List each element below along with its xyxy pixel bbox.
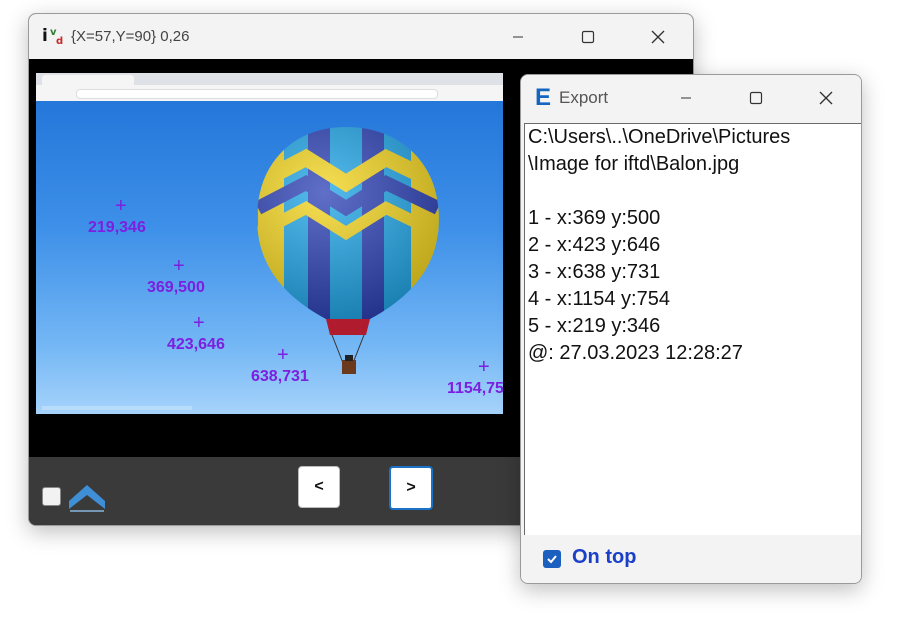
close-icon xyxy=(651,30,665,43)
maximize-button[interactable] xyxy=(553,14,623,59)
viewer-title: {X=57,Y=90} 0,26 xyxy=(71,28,190,45)
minimize-button[interactable] xyxy=(483,14,553,59)
point-line-5: 5 - x:219 y:346 xyxy=(528,315,661,337)
maximize-icon xyxy=(581,30,595,43)
path-line-2: \Image for iftd\Balon.jpg xyxy=(528,153,740,175)
export-titlebar[interactable]: E Export xyxy=(521,75,861,120)
maximize-icon xyxy=(749,91,763,104)
point-line-4: 4 - x:1154 y:754 xyxy=(528,288,670,310)
home-chevron-icon[interactable] xyxy=(67,479,107,513)
hot-air-balloon-image xyxy=(257,127,439,374)
point-line-3: 3 - x:638 y:731 xyxy=(528,261,661,283)
previous-button[interactable]: < xyxy=(298,466,340,508)
marker-label: 423,646 xyxy=(167,336,225,353)
path-line-1: C:\Users\..\OneDrive\Pictures xyxy=(528,126,791,148)
close-icon xyxy=(819,91,833,104)
minimize-icon xyxy=(513,36,523,37)
export-close-button[interactable] xyxy=(791,75,861,120)
export-minimize-button[interactable] xyxy=(651,75,721,120)
export-title: Export xyxy=(559,87,609,107)
export-app-icon: E xyxy=(535,83,552,111)
checkmark-icon xyxy=(547,555,557,564)
on-top-checkbox[interactable] xyxy=(543,550,561,568)
close-button[interactable] xyxy=(623,14,693,59)
marker-label: 1154,754 xyxy=(447,380,503,397)
minimize-icon xyxy=(681,97,691,98)
marker-label: 219,346 xyxy=(88,219,146,236)
export-footer: On top xyxy=(521,535,861,583)
export-text-area[interactable]: C:\Users\..\OneDrive\Pictures \Image for… xyxy=(524,123,861,535)
export-maximize-button[interactable] xyxy=(721,75,791,120)
toolbar-checkbox[interactable] xyxy=(42,487,61,506)
on-top-label[interactable]: On top xyxy=(572,546,636,569)
point-line-2: 2 - x:423 y:646 xyxy=(528,234,661,256)
marker-label: 638,731 xyxy=(251,368,309,385)
next-button[interactable]: > xyxy=(389,466,433,510)
timestamp-line: @: 27.03.2023 12:28:27 xyxy=(528,342,743,364)
point-line-1: 1 - x:369 y:500 xyxy=(528,207,661,229)
ivd-app-icon: ivd xyxy=(42,25,64,47)
viewer-titlebar[interactable]: ivd {X=57,Y=90} 0,26 xyxy=(29,14,693,59)
export-window: E Export C:\Users\..\OneDrive\Pictures \… xyxy=(520,74,862,584)
balloon-photo[interactable]: + 219,346 + 369,500 + 423,646 + 638,731 … xyxy=(36,73,503,414)
marker-label: 369,500 xyxy=(147,279,205,296)
